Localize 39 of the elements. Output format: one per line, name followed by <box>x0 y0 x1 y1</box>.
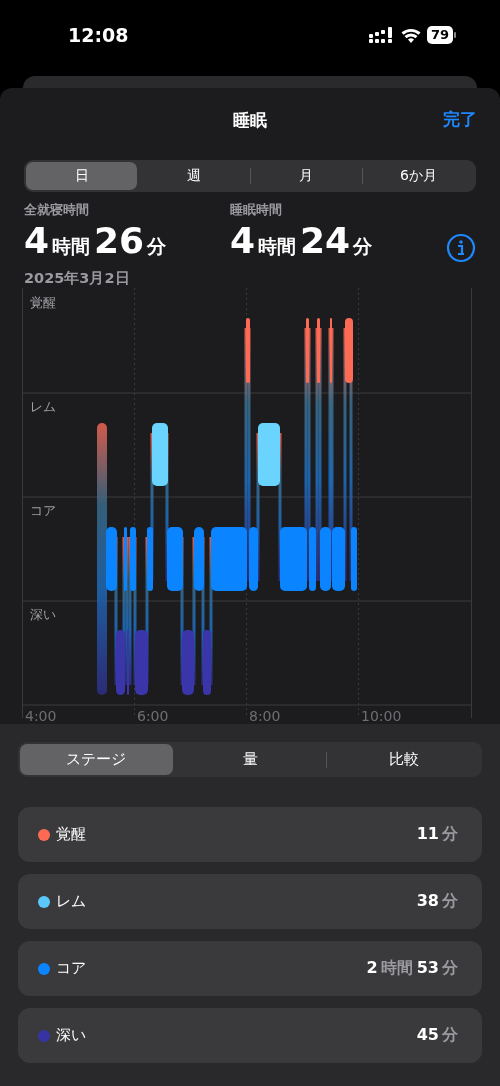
segment-tab[interactable]: 比較 <box>327 744 480 775</box>
stage-axis-label: 深い <box>30 606 56 624</box>
stage-row[interactable]: コア 2 時間 53 分 <box>18 941 482 996</box>
stage-duration: 11 分 <box>416 824 459 845</box>
screen-title: 睡眠 <box>233 108 267 132</box>
info-icon[interactable] <box>446 233 476 263</box>
date-label: 2025年3月2日 <box>24 269 131 288</box>
wifi-icon <box>400 27 421 43</box>
stage-axis-label: コア <box>30 502 56 520</box>
signal-icon <box>368 27 395 43</box>
stage-duration: 2 時間 53 分 <box>366 958 459 979</box>
stage-axis-label: 覚醒 <box>30 294 56 312</box>
segment-tab[interactable]: ステージ <box>20 744 173 775</box>
stat-value: 4 時間 26 分 <box>24 222 168 263</box>
segment-tab[interactable]: 日 <box>26 162 138 190</box>
time-axis-label: 10:00 <box>361 708 402 724</box>
stage-name: レム <box>56 892 86 911</box>
stat-label: 睡眠時間 <box>230 202 283 219</box>
segment-tab[interactable]: 月 <box>250 162 362 190</box>
stat-value: 4 時間 24 分 <box>230 222 374 263</box>
stage-name: コア <box>56 959 86 978</box>
stage-name: 深い <box>56 1026 86 1045</box>
stage-row[interactable]: 深い 45 分 <box>18 1008 482 1063</box>
time-axis-label: 4:00 <box>25 708 57 724</box>
segment-tab[interactable]: 週 <box>138 162 250 190</box>
stage-duration: 45 分 <box>416 1025 459 1046</box>
stat-label: 全就寝時間 <box>24 202 90 219</box>
stage-duration: 38 分 <box>416 891 459 912</box>
stage-row[interactable]: 覚醒 11 分 <box>18 807 482 862</box>
time-axis-label: 6:00 <box>137 708 169 724</box>
stage-axis-label: レム <box>30 398 56 416</box>
stage-row[interactable]: レム 38 分 <box>18 874 482 929</box>
segment-tab[interactable]: 量 <box>173 744 327 775</box>
battery-level: 79 <box>426 26 453 44</box>
segment-tab[interactable]: 6か月 <box>362 162 474 190</box>
time-axis-label: 8:00 <box>249 708 281 724</box>
done-button[interactable]: 完了 <box>443 108 477 131</box>
stage-name: 覚醒 <box>56 825 86 844</box>
clock-time: 12:08 <box>68 24 129 46</box>
